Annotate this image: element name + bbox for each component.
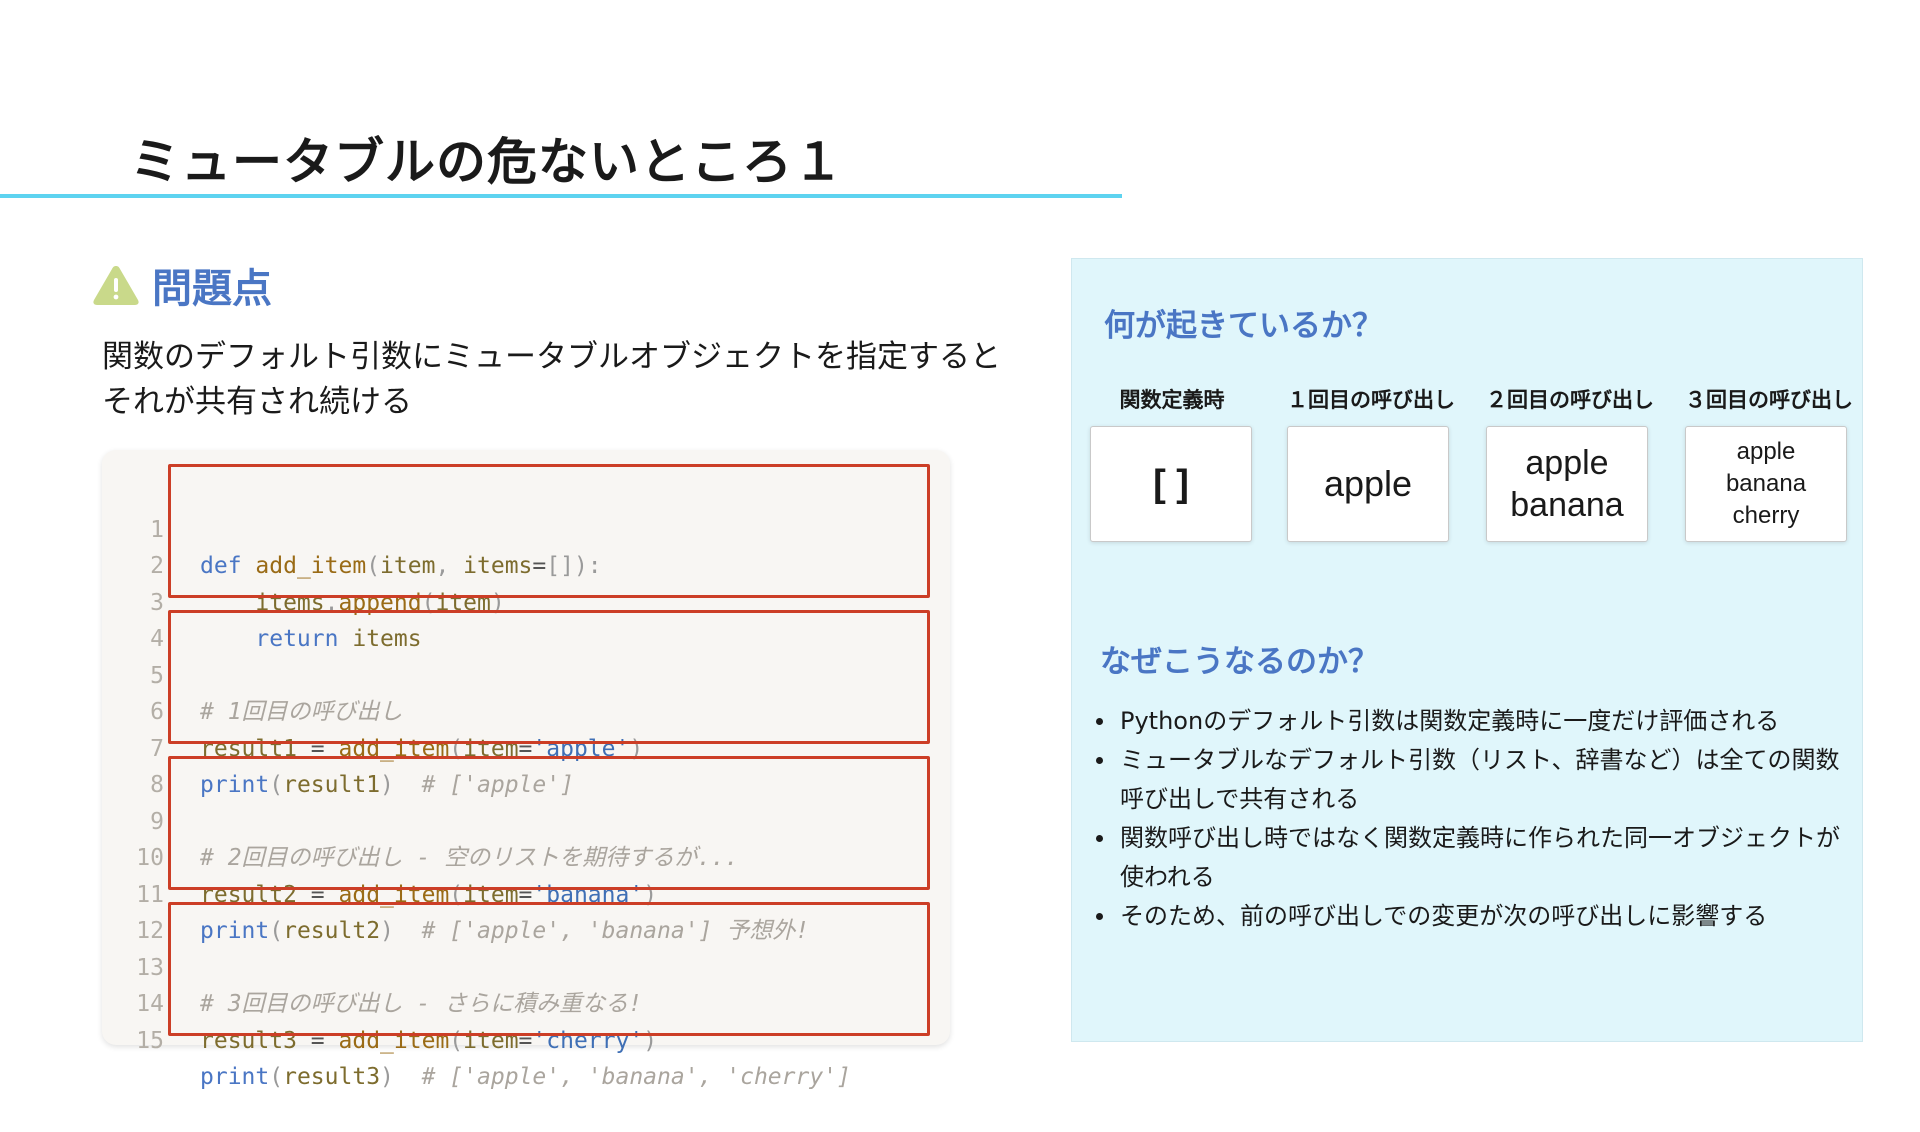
- why-heading: なぜこうなるのか？: [1100, 644, 1379, 680]
- highlight-box-definition: [168, 464, 930, 598]
- state-box: apple: [1287, 426, 1449, 542]
- reason-item: 関数呼び出し時ではなく関数定義時に作られた同一オブジェクトが 使われる: [1092, 819, 1852, 897]
- state-box: [ ]: [1090, 426, 1252, 542]
- title-underline: [0, 194, 1122, 198]
- highlight-box-call-1: [168, 610, 930, 744]
- highlight-box-call-2: [168, 756, 930, 890]
- problem-heading: 問題点: [152, 266, 272, 312]
- reason-list: Pythonのデフォルト引数は関数定義時に一度だけ評価される ミュータブルなデフ…: [1092, 702, 1852, 936]
- warning-icon: [93, 266, 139, 305]
- state-value: [ ]: [1153, 462, 1189, 505]
- reason-text: 呼び出しで共有される: [1120, 785, 1360, 813]
- problem-description-line: 関数のデフォルト引数にミュータブルオブジェクトを指定すると: [102, 339, 1001, 375]
- state-value: banana: [1510, 486, 1624, 524]
- code-text: print(result3) # ['apple', 'banana', 'ch…: [200, 1064, 851, 1090]
- problem-description: 関数のデフォルト引数にミュータブルオブジェクトを指定すると それが共有され続ける: [102, 335, 1062, 425]
- reason-text: 使われる: [1120, 863, 1215, 891]
- state-value: apple: [1736, 438, 1796, 465]
- state-call-2: ２回目の呼び出し apple banana: [1486, 384, 1654, 542]
- state-call-3: ３回目の呼び出し apple banana cherry: [1685, 384, 1853, 542]
- state-definition: 関数定義時 [ ]: [1090, 384, 1254, 542]
- bullet-icon: [1096, 835, 1103, 842]
- reason-item: Pythonのデフォルト引数は関数定義時に一度だけ評価される: [1092, 702, 1852, 741]
- reason-text: ミュータブルなデフォルト引数（リスト、辞書など）は全ての関数: [1120, 746, 1840, 774]
- bullet-icon: [1096, 913, 1103, 920]
- reason-text: 関数呼び出し時ではなく関数定義時に作られた同一オブジェクトが: [1120, 824, 1840, 852]
- bullet-icon: [1096, 757, 1103, 764]
- state-box: apple banana: [1486, 426, 1648, 542]
- state-label: ２回目の呼び出し: [1486, 388, 1654, 412]
- reason-item: ミュータブルなデフォルト引数（リスト、辞書など）は全ての関数 呼び出しで共有され…: [1092, 741, 1852, 819]
- state-value: apple: [1323, 463, 1413, 504]
- code-block: 1 def add_item(item, items=[]): 2 items.…: [102, 450, 950, 1090]
- reason-text: そのため、前の呼び出しでの変更が次の呼び出しに影響する: [1120, 902, 1768, 930]
- line-number: 15: [136, 1027, 164, 1054]
- state-value: banana: [1725, 470, 1807, 497]
- state-value: apple: [1525, 444, 1609, 482]
- reason-text: Pythonのデフォルト引数は関数定義時に一度だけ評価される: [1120, 707, 1780, 735]
- state-label: ３回目の呼び出し: [1685, 388, 1853, 412]
- what-happens-heading: 何が起きているか？: [1104, 308, 1383, 344]
- bullet-icon: [1096, 718, 1103, 725]
- problem-heading-row: 問題点: [92, 256, 272, 314]
- reason-item: そのため、前の呼び出しでの変更が次の呼び出しに影響する: [1092, 897, 1852, 936]
- state-box: apple banana cherry: [1685, 426, 1847, 542]
- problem-description-line: それが共有され続ける: [102, 384, 412, 420]
- state-label: 関数定義時: [1119, 388, 1225, 412]
- slide-title: ミュータブルの危ないところ１: [130, 133, 844, 191]
- highlight-box-call-3: [168, 902, 930, 1036]
- state-call-1: １回目の呼び出し apple: [1287, 384, 1455, 542]
- state-label: １回目の呼び出し: [1287, 388, 1455, 412]
- state-value: cherry: [1732, 502, 1800, 529]
